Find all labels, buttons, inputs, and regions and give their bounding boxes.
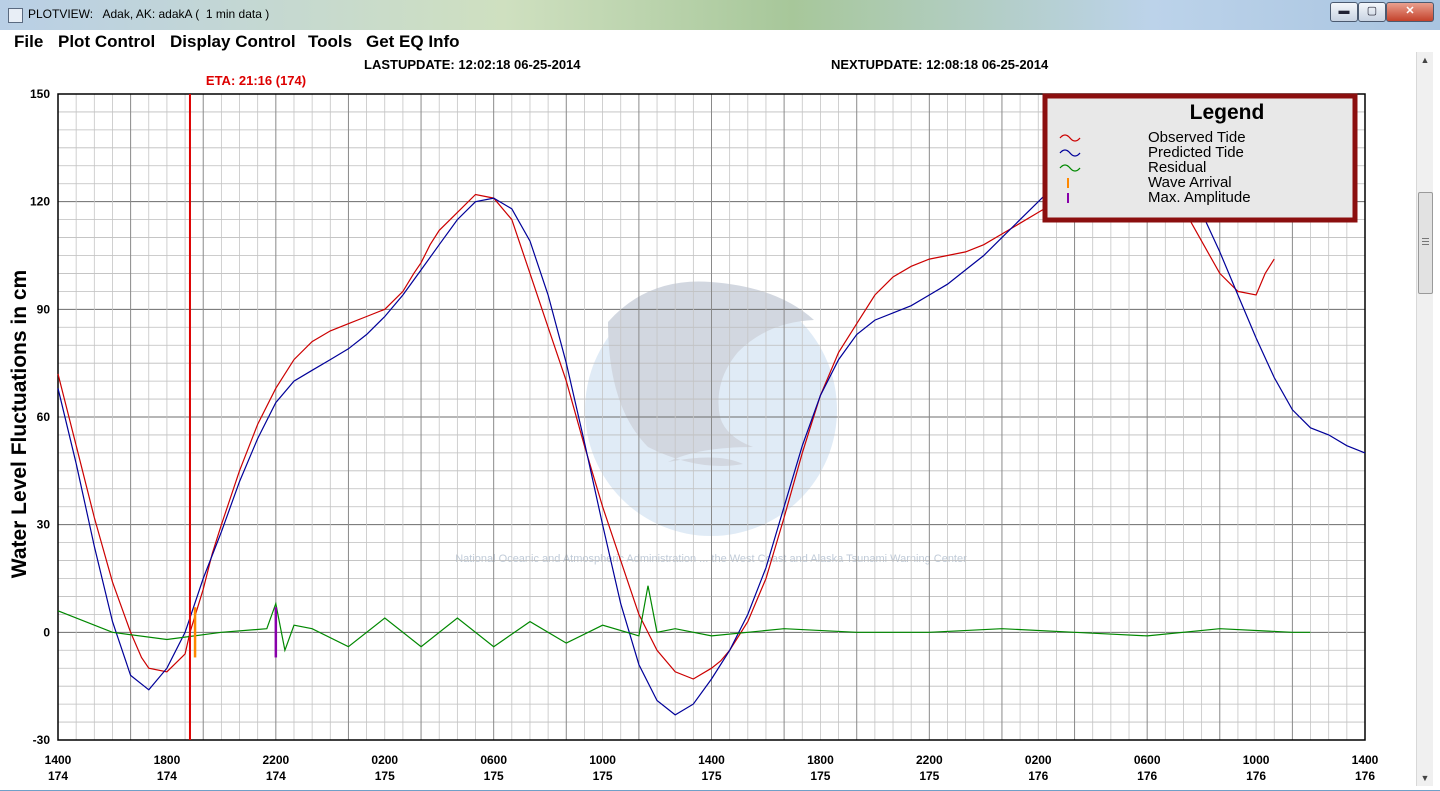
x-tick-time-label: 0600 [480,753,507,767]
y-tick-label: 0 [43,625,50,639]
grip-line [1422,238,1429,239]
close-button[interactable]: ✕ [1386,2,1434,22]
x-tick-day-label: 176 [1137,769,1157,783]
residual-line [57,585,1311,653]
x-tick-day-label: 174 [266,769,286,783]
x-tick-time-label: 1800 [154,753,181,767]
menu-tools[interactable]: Tools [308,32,352,52]
x-tick-day-label: 175 [375,769,395,783]
y-tick-label: 150 [30,87,50,101]
y-tick-label: 90 [37,302,51,316]
y-tick-label: 120 [30,195,50,209]
x-tick-time-label: 0600 [1134,753,1161,767]
y-tick-label: 60 [37,410,51,424]
legend: Legend Observed TidePredicted TideResidu… [1042,93,1358,223]
app-icon [8,8,23,23]
x-tick-time-label: 1000 [589,753,616,767]
grip-line [1422,241,1429,242]
menu-bar: File Plot Control Display Control Tools … [8,30,1432,52]
tide-chart: National Oceanic and Atmospheric Adminis… [8,73,1379,783]
x-tick-day-label: 176 [1355,769,1375,783]
scroll-up-arrow-icon[interactable]: ▲ [1417,52,1433,68]
maximize-button[interactable]: ▢ [1358,2,1386,22]
vertical-scrollbar[interactable]: ▲ ▼ [1416,52,1433,786]
grip-line [1422,244,1429,245]
x-tick-time-label: 2200 [916,753,943,767]
menu-file[interactable]: File [14,32,43,52]
menu-get-eq-info[interactable]: Get EQ Info [366,32,460,52]
plot-area: National Oceanic and Atmospheric Adminis… [8,52,1416,786]
menu-display-control[interactable]: Display Control [170,32,296,52]
legend-title: Legend [1190,101,1265,124]
scroll-thumb[interactable] [1418,192,1433,294]
x-tick-time-label: 1400 [1352,753,1379,767]
minimize-button[interactable]: ▬ [1330,2,1358,22]
scroll-down-arrow-icon[interactable]: ▼ [1417,770,1433,786]
y-tick-label: 30 [37,518,51,532]
eta-label: ETA: 21:16 (174) [206,73,306,88]
x-tick-day-label: 175 [810,769,830,783]
x-tick-time-label: 0200 [371,753,398,767]
x-tick-day-label: 176 [1028,769,1048,783]
x-tick-day-label: 175 [484,769,504,783]
y-tick-label: -30 [33,733,51,747]
window-title: PLOTVIEW: Adak, AK: adakA ( 1 min data ) [28,7,270,21]
x-tick-time-label: 0200 [1025,753,1052,767]
x-tick-time-label: 1000 [1243,753,1270,767]
x-tick-day-label: 174 [157,769,177,783]
plotview-window: PLOTVIEW: Adak, AK: adakA ( 1 min data )… [0,0,1440,790]
legend-label: Max. Amplitude [1148,189,1251,206]
x-tick-time-label: 1800 [807,753,834,767]
next-update: NEXTUPDATE: 12:08:18 06-25-2014 [831,57,1049,72]
x-tick-day-label: 175 [701,769,721,783]
last-update: LASTUPDATE: 12:02:18 06-25-2014 [364,57,581,72]
x-tick-time-label: 1400 [45,753,72,767]
x-tick-time-label: 2200 [262,753,289,767]
title-bar[interactable]: PLOTVIEW: Adak, AK: adakA ( 1 min data )… [0,0,1440,30]
x-tick-time-label: 1400 [698,753,725,767]
x-tick-day-label: 175 [919,769,939,783]
menu-plot-control[interactable]: Plot Control [58,32,155,52]
x-tick-day-label: 176 [1246,769,1266,783]
x-tick-day-label: 175 [593,769,613,783]
x-tick-day-label: 174 [48,769,68,783]
y-axis-label: Water Level Fluctuations in cm [8,270,31,578]
